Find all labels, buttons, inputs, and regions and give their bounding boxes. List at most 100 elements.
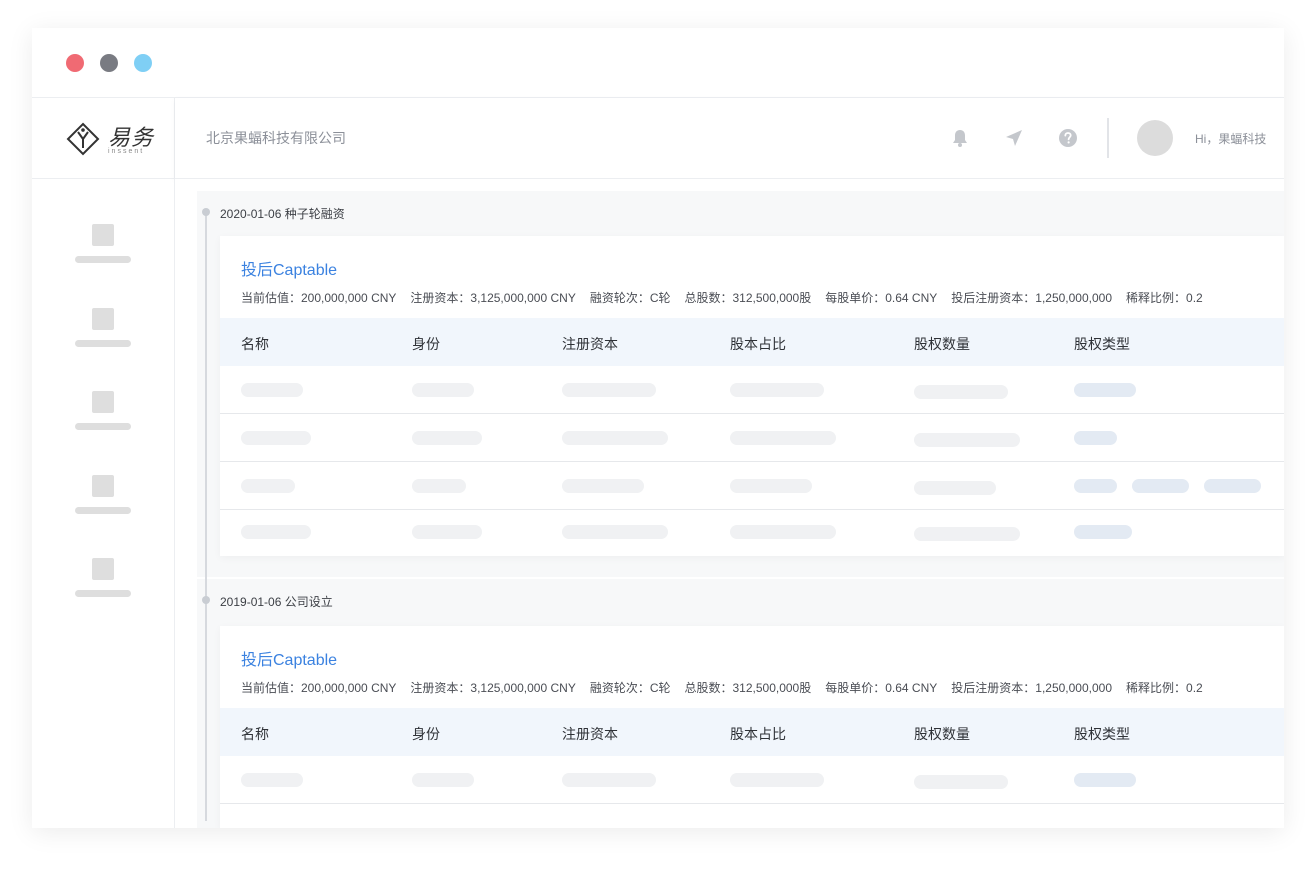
skeleton-tag (1074, 383, 1136, 397)
main-content: 2020-01-06 种子轮融资 投后Captable 当前估值：200,000… (175, 179, 1284, 828)
sidebar-item-icon (92, 308, 114, 330)
skeleton-tag (1074, 431, 1117, 445)
skeleton-cell (562, 525, 668, 539)
skeleton-cell (730, 431, 836, 445)
skeleton-cell (730, 773, 824, 787)
skeleton-cell (412, 431, 482, 445)
top-bar: 北京果蝠科技有限公司 Hi，果蝠科技 (175, 98, 1284, 179)
skeleton-cell (241, 479, 295, 493)
skeleton-cell (412, 383, 474, 397)
skeleton-cell (241, 525, 311, 539)
skeleton-cell (730, 525, 836, 539)
title-bar (32, 28, 1284, 98)
timeline-dot (202, 208, 210, 216)
skeleton-cell (412, 525, 482, 539)
sidebar-item-icon (92, 391, 114, 413)
skeleton-tag (1074, 773, 1136, 787)
column-header-share-ratio[interactable]: 股本占比 (730, 334, 786, 354)
skeleton-cell (241, 773, 303, 787)
sidebar-item-label-placeholder (75, 590, 131, 597)
skeleton-cell (914, 775, 1008, 789)
meta-dilution: 稀释比例：0.2 (1126, 681, 1203, 695)
column-header-name[interactable]: 名称 (241, 334, 269, 354)
skeleton-tag (1074, 479, 1117, 493)
column-header-name[interactable]: 名称 (241, 724, 269, 744)
close-window-button[interactable] (66, 54, 84, 72)
skeleton-cell (914, 385, 1008, 399)
sidebar (32, 179, 175, 828)
column-header-share-count[interactable]: 股权数量 (914, 334, 970, 354)
meta-price-per-share: 每股单价：0.64 CNY (825, 291, 938, 305)
timeline-event-label: 2020-01-06 种子轮融资 (220, 207, 345, 221)
skeleton-cell (914, 433, 1020, 447)
timeline-line (205, 211, 207, 821)
skeleton-cell (412, 773, 474, 787)
minimize-window-button[interactable] (100, 54, 118, 72)
skeleton-tag (1074, 525, 1132, 539)
logo[interactable]: 易务 inssent (32, 98, 175, 179)
skeleton-cell (241, 431, 311, 445)
timeline-dot (202, 596, 210, 604)
column-header-share-count[interactable]: 股权数量 (914, 724, 970, 744)
column-header-share-ratio[interactable]: 股本占比 (730, 724, 786, 744)
sidebar-item-label-placeholder (75, 340, 131, 347)
column-header-share-type[interactable]: 股权类型 (1074, 334, 1130, 354)
sidebar-item-label-placeholder (75, 507, 131, 514)
zoom-window-button[interactable] (134, 54, 152, 72)
column-header-share-type[interactable]: 股权类型 (1074, 724, 1130, 744)
column-header-identity[interactable]: 身份 (412, 724, 440, 744)
meta-total-shares: 总股数：312,500,000股 (684, 681, 812, 695)
meta-valuation: 当前估值：200,000,000 CNY (241, 681, 397, 695)
table-row[interactable] (220, 366, 1284, 414)
meta-round: 融资轮次：C轮 (589, 291, 671, 305)
meta-round: 融资轮次：C轮 (589, 681, 671, 695)
table-row[interactable] (220, 756, 1284, 804)
table-header: 名称 身份 注册资本 股本占比 股权数量 股权类型 (220, 708, 1284, 756)
skeleton-cell (562, 431, 668, 445)
skeleton-cell (730, 479, 812, 493)
sidebar-item-label-placeholder (75, 423, 131, 430)
sidebar-item-icon (92, 558, 114, 580)
meta-post-capital: 投后注册资本：1,250,000,000 (951, 291, 1113, 305)
header-divider (1107, 118, 1109, 158)
skeleton-tag (1204, 479, 1261, 493)
captable-card: 投后Captable 当前估值：200,000,000 CNY 注册资本：3,12… (220, 626, 1284, 828)
logo-subtext: inssent (108, 148, 145, 155)
card-meta: 当前估值：200,000,000 CNY 注册资本：3,125,000,000 C… (241, 679, 1217, 696)
skeleton-cell (412, 479, 466, 493)
user-greeting[interactable]: Hi，果蝠科技 (1195, 130, 1266, 147)
card-title[interactable]: 投后Captable (241, 256, 337, 280)
column-header-registered-capital[interactable]: 注册资本 (562, 724, 618, 744)
send-icon[interactable] (1005, 128, 1023, 148)
skeleton-cell (562, 479, 644, 493)
skeleton-cell (562, 383, 656, 397)
skeleton-cell (562, 773, 656, 787)
table-row[interactable] (220, 414, 1284, 462)
logo-mark-icon (66, 122, 100, 156)
user-avatar[interactable] (1137, 120, 1173, 156)
help-icon[interactable] (1058, 128, 1078, 148)
skeleton-cell (241, 383, 303, 397)
column-header-registered-capital[interactable]: 注册资本 (562, 334, 618, 354)
meta-price-per-share: 每股单价：0.64 CNY (825, 681, 938, 695)
meta-registered-capital: 注册资本：3,125,000,000 CNY (410, 681, 576, 695)
app-window: 易务 inssent 北京果蝠科技有限公司 Hi，果蝠科技 2020-01-06… (32, 28, 1284, 828)
skeleton-cell (730, 383, 824, 397)
bell-icon[interactable] (951, 128, 969, 148)
column-header-identity[interactable]: 身份 (412, 334, 440, 354)
skeleton-cell (914, 527, 1020, 541)
card-title[interactable]: 投后Captable (241, 646, 337, 670)
meta-valuation: 当前估值：200,000,000 CNY (241, 291, 397, 305)
skeleton-tag (1132, 479, 1189, 493)
timeline-event-label: 2019-01-06 公司设立 (220, 595, 333, 609)
meta-registered-capital: 注册资本：3,125,000,000 CNY (410, 291, 576, 305)
table-row[interactable] (220, 510, 1284, 557)
meta-post-capital: 投后注册资本：1,250,000,000 (951, 681, 1113, 695)
captable-card: 投后Captable 当前估值：200,000,000 CNY 注册资本：3,12… (220, 236, 1284, 556)
meta-dilution: 稀释比例：0.2 (1126, 291, 1203, 305)
skeleton-cell (914, 481, 996, 495)
table-row[interactable] (220, 462, 1284, 510)
sidebar-item-label-placeholder (75, 256, 131, 263)
meta-total-shares: 总股数：312,500,000股 (684, 291, 812, 305)
table-header: 名称 身份 注册资本 股本占比 股权数量 股权类型 (220, 318, 1284, 366)
